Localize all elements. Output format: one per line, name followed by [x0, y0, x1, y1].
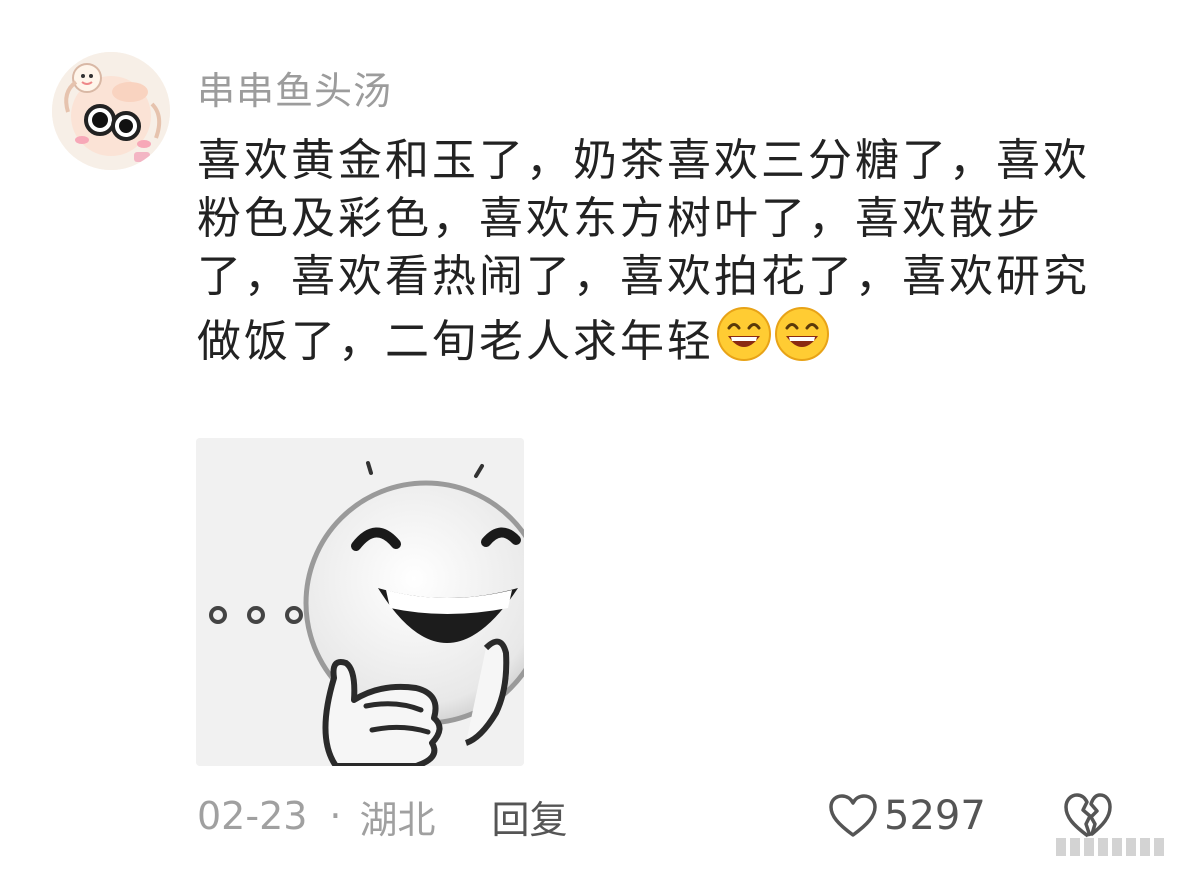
comment-text: 喜欢黄金和玉了，奶茶喜欢三分糖了，喜欢粉色及彩色，喜欢东方树叶了，喜欢散步了，喜…: [197, 135, 1090, 367]
laughing-face-sticker-icon: [196, 438, 524, 766]
like-button[interactable]: 5297: [828, 792, 986, 840]
comment-text-block: 喜欢黄金和玉了，奶茶喜欢三分糖了，喜欢粉色及彩色，喜欢东方树叶了，喜欢散步了，喜…: [197, 132, 1102, 371]
comment-meta: 02-23 · 湖北 回复: [197, 792, 568, 842]
watermark-icon: [1056, 838, 1164, 856]
sticker-image[interactable]: [196, 438, 524, 766]
comment-card: 串串鱼头汤 喜欢黄金和玉了，奶茶喜欢三分糖了，喜欢粉色及彩色，喜欢东方树叶了，喜…: [0, 0, 1179, 876]
grin-emoji-icon: [717, 307, 771, 361]
comment-date: 02-23: [197, 794, 308, 838]
heart-outline-icon: [829, 794, 877, 837]
reply-button[interactable]: 回复: [492, 789, 568, 844]
comment-location: 湖北: [359, 797, 436, 842]
avatar-illustration-icon: [52, 52, 170, 170]
user-avatar[interactable]: [52, 52, 170, 170]
grin-emoji-icon: [775, 307, 829, 361]
meta-separator: ·: [329, 794, 342, 838]
username[interactable]: 串串鱼头汤: [197, 60, 392, 115]
like-count: 5297: [884, 793, 986, 839]
